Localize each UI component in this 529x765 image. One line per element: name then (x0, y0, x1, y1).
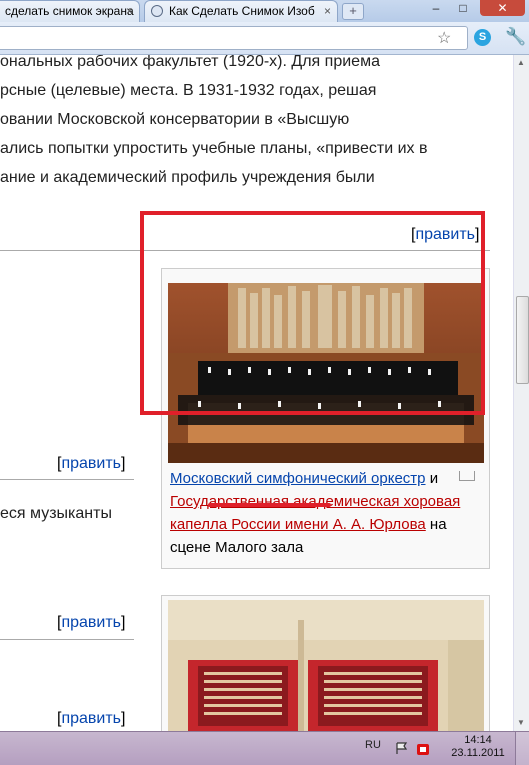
scroll-down-arrow[interactable]: ▼ (517, 718, 525, 727)
new-tab-button[interactable]: + (342, 3, 364, 20)
language-indicator[interactable]: RU (365, 739, 381, 751)
close-window-button[interactable]: ✕ (480, 0, 525, 16)
orchestra-link[interactable]: Московский симфонический оркестр (170, 470, 426, 487)
minimize-button[interactable]: – (424, 0, 448, 16)
windows-taskbar: RU 14:14 23.11.2011 (0, 731, 529, 765)
tab-screenshot[interactable]: сделать снимок экрана × (0, 0, 140, 22)
tab-label: Как Сделать Снимок Изоб (169, 4, 315, 18)
image-caption: Московский симфонический оркестр и Госуд… (170, 470, 461, 556)
tab-how-to[interactable]: Как Сделать Снимок Изоб × (144, 0, 338, 22)
system-clock[interactable]: 14:14 23.11.2011 (448, 734, 508, 760)
paragraph-line: овании Московской консерватории в «Высшу… (0, 111, 350, 128)
antivirus-icon[interactable] (415, 741, 429, 755)
vertical-scrollbar[interactable]: ▲ ▼ (513, 55, 529, 731)
enlarge-icon[interactable] (459, 471, 475, 481)
skype-icon[interactable]: S (474, 29, 491, 46)
article-paragraph: ональных рабочих факультет (1920-х). Для… (0, 55, 513, 192)
clock-date: 23.11.2011 (451, 747, 505, 759)
scroll-up-arrow[interactable]: ▲ (517, 58, 525, 67)
edit-link[interactable]: править (61, 455, 121, 472)
small-hall-link[interactable]: Малого зала (215, 539, 303, 556)
address-bar[interactable]: ☆ (0, 26, 468, 50)
browser-toolbar: ☆ S 🔧 (0, 22, 529, 55)
highlight-box (140, 211, 485, 415)
hall-interior-photo[interactable] (168, 600, 484, 731)
close-icon[interactable]: × (324, 1, 331, 21)
paragraph-line: рсные (целевые) места. В 1931-1932 годах… (0, 82, 377, 99)
bookmark-star-icon[interactable]: ☆ (437, 28, 451, 48)
maximize-button[interactable]: □ (451, 0, 475, 16)
edit-section-link[interactable]: [править] (57, 614, 125, 632)
wrench-menu-icon[interactable]: 🔧 (505, 27, 526, 47)
edit-link[interactable]: править (61, 614, 121, 631)
paragraph-line: ание и академический профиль учреждения … (0, 169, 375, 186)
section-divider (0, 479, 134, 480)
clock-time: 14:14 (464, 734, 492, 746)
edit-section-link[interactable]: [править] (57, 455, 125, 473)
tab-strip: сделать снимок экрана × Как Сделать Сним… (0, 0, 529, 22)
scrollbar-thumb[interactable] (516, 296, 529, 384)
highlight-underline (208, 503, 331, 507)
section-divider (0, 639, 134, 640)
globe-icon (151, 5, 163, 17)
paragraph-line: ональных рабочих факультет (1920-х). Для… (0, 55, 380, 70)
choir-link[interactable]: Государственная академическая хоровая ка… (170, 493, 460, 533)
tab-label: сделать снимок экрана (5, 4, 134, 18)
flag-icon[interactable] (395, 741, 409, 755)
edit-section-link[interactable]: [править] (57, 710, 125, 728)
close-icon[interactable]: × (126, 1, 133, 21)
paragraph-line: ались попытки упростить учебные планы, «… (0, 140, 428, 157)
edit-link[interactable]: править (61, 710, 121, 727)
show-desktop-button[interactable] (515, 732, 529, 765)
section-text: еся музыканты (0, 505, 112, 522)
